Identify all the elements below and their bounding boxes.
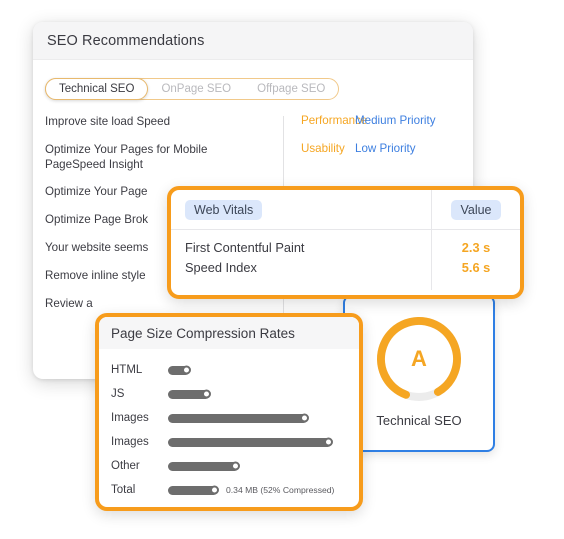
- score-gauge: A: [373, 313, 465, 405]
- bar-knob-icon: [231, 461, 240, 471]
- list-item: Total 0.34 MB (52% Compressed): [111, 478, 359, 502]
- bar-knob-icon: [182, 365, 191, 375]
- table-row: 2.3 s: [461, 240, 491, 255]
- list-item: Images: [111, 406, 359, 430]
- bar-track: [168, 389, 211, 399]
- bar-knob-icon: [202, 389, 211, 399]
- page-title: SEO Recommendations: [47, 32, 205, 49]
- recommendation-text: Improve site load Speed: [45, 115, 171, 128]
- bar-track: [168, 365, 191, 375]
- web-vitals-card: Web Vitals Value First Contentful Paint …: [167, 186, 524, 299]
- compression-card-header: Page Size Compression Rates: [99, 317, 359, 349]
- recommendation-priority: Low Priority: [355, 142, 416, 155]
- list-item: Other: [111, 454, 359, 478]
- list-item: Images: [111, 430, 359, 454]
- bar-track: [168, 437, 333, 447]
- bar-label: Images: [111, 436, 149, 448]
- web-vitals-metric-col: Web Vitals: [171, 190, 432, 229]
- compression-bars: HTML JS Images Images Other Total 0.34 M…: [99, 349, 359, 502]
- recommendation-priority: Medium Priority: [355, 114, 436, 127]
- web-vitals-value-col: Value: [432, 190, 520, 229]
- bar-knob-icon: [210, 485, 219, 495]
- score-grade: A: [411, 346, 427, 371]
- web-vitals-value-header-label: Value: [451, 199, 501, 220]
- list-item: JS: [111, 382, 359, 406]
- screenshot-stage: SEO Recommendations Technical SEO OnPage…: [0, 0, 564, 539]
- web-vitals-body: First Contentful Paint Speed Index 2.3 s…: [171, 230, 520, 290]
- list-item[interactable]: Improve site load Speed Performance Medi…: [45, 114, 461, 130]
- tab-offpage-seo[interactable]: Offpage SEO: [244, 79, 338, 99]
- bar-track: [168, 413, 309, 423]
- list-item[interactable]: Optimize Your Pages for Mobile PageSpeed…: [45, 142, 461, 172]
- recommendation-category: Performance: [301, 114, 368, 127]
- bar-label: Images: [111, 412, 149, 424]
- card-header: SEO Recommendations: [33, 22, 473, 60]
- web-vitals-names: First Contentful Paint Speed Index: [171, 230, 432, 290]
- web-vitals-header: Web Vitals Value: [171, 190, 520, 230]
- bar-knob-icon: [324, 437, 333, 447]
- page-size-compression-card: Page Size Compression Rates HTML JS Imag…: [95, 313, 363, 511]
- bar-label: HTML: [111, 364, 143, 376]
- bar-label: Total: [111, 484, 136, 496]
- web-vitals-values: 2.3 s 5.6 s: [432, 230, 520, 290]
- bar-track: [168, 461, 240, 471]
- bar-knob-icon: [300, 413, 309, 423]
- tab-onpage-seo[interactable]: OnPage SEO: [148, 79, 244, 99]
- score-card-label: Technical SEO: [376, 413, 462, 428]
- bar-label: JS: [111, 388, 125, 400]
- table-row: 5.6 s: [461, 260, 491, 275]
- bar-note: 0.34 MB (52% Compressed): [226, 485, 335, 495]
- tab-technical-seo[interactable]: Technical SEO: [45, 78, 149, 100]
- compression-card-title: Page Size Compression Rates: [111, 325, 295, 341]
- technical-seo-score-card: A Technical SEO: [343, 295, 495, 452]
- bar-label: Other: [111, 460, 140, 472]
- bar-track: [168, 485, 219, 495]
- list-item: HTML: [111, 358, 359, 382]
- table-row: Speed Index: [185, 260, 257, 275]
- recommendation-text: Optimize Your Pages for Mobile PageSpeed…: [45, 143, 208, 171]
- recommendation-category: Usability: [301, 142, 345, 155]
- table-row: First Contentful Paint: [185, 240, 305, 255]
- tab-bar: Technical SEO OnPage SEO Offpage SEO: [45, 78, 340, 100]
- web-vitals-header-label: Web Vitals: [185, 199, 263, 220]
